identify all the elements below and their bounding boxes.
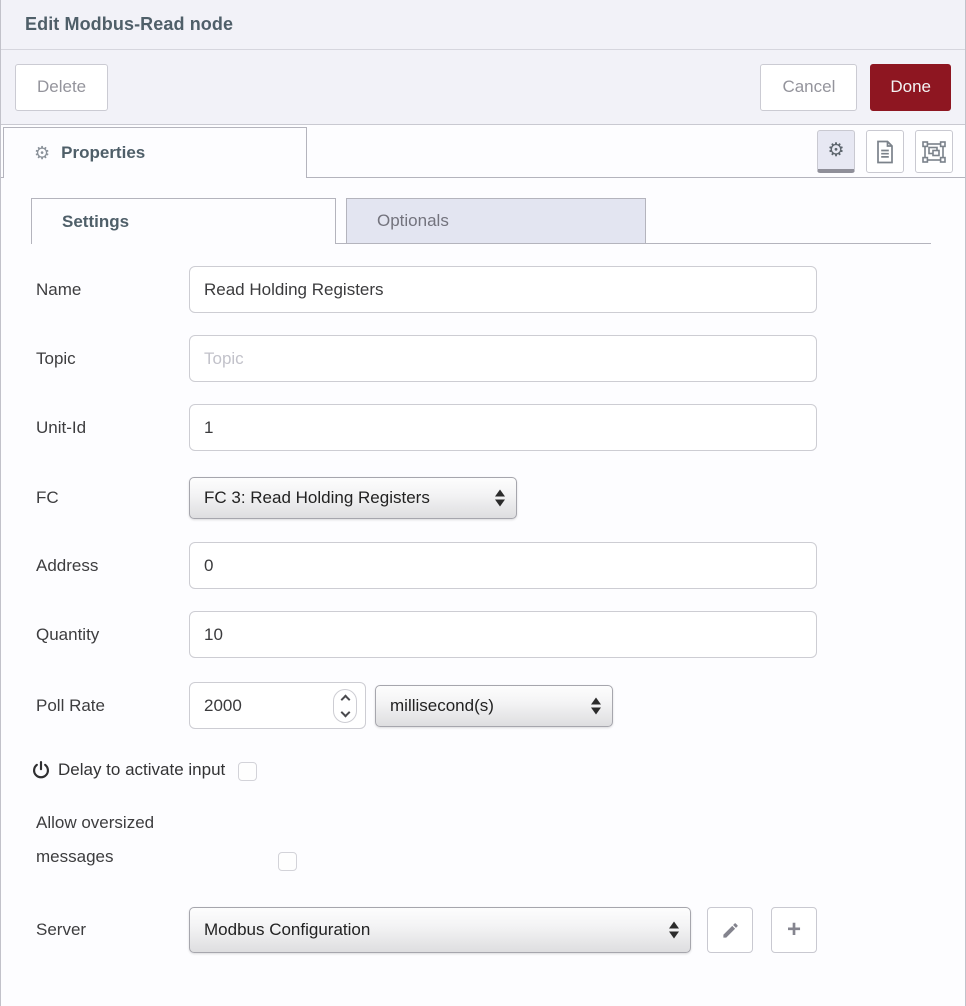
oversized-label: Allow oversized messages	[36, 806, 278, 874]
name-row: Name	[36, 266, 965, 313]
tab-settings[interactable]: Settings	[31, 198, 336, 244]
unit-id-label: Unit-Id	[36, 418, 189, 438]
dialog-header: Edit Modbus-Read node	[1, 0, 965, 50]
server-label: Server	[36, 920, 189, 940]
object-group-icon	[922, 141, 946, 163]
spinner-icon[interactable]	[333, 689, 357, 723]
server-row: Server Modbus Configuration +	[36, 907, 965, 953]
power-icon	[31, 760, 51, 780]
tab-optionals[interactable]: Optionals	[346, 198, 646, 243]
quantity-label: Quantity	[36, 625, 189, 645]
unit-id-row: Unit-Id	[36, 404, 965, 451]
address-row: Address	[36, 542, 965, 589]
tab-optionals-label: Optionals	[377, 211, 449, 231]
delete-button[interactable]: Delete	[15, 64, 108, 111]
poll-rate-row: Poll Rate millisecond(s)	[36, 682, 965, 729]
oversized-label-line2: messages	[36, 840, 278, 874]
dialog-toolbar: Delete Cancel Done	[1, 50, 965, 125]
edit-node-dialog: Edit Modbus-Read node Delete Cancel Done…	[0, 0, 966, 1006]
edit-server-button[interactable]	[707, 907, 753, 953]
tab-properties[interactable]: ⚙ Properties	[3, 127, 307, 178]
poll-rate-label: Poll Rate	[36, 696, 189, 716]
poll-rate-unit-value: millisecond(s)	[390, 696, 494, 716]
updown-arrows-icon	[495, 490, 505, 507]
quantity-row: Quantity	[36, 611, 965, 658]
poll-rate-field	[189, 682, 366, 729]
topic-label: Topic	[36, 349, 189, 369]
tab-properties-label: Properties	[61, 143, 145, 163]
poll-rate-unit-select[interactable]: millisecond(s)	[375, 685, 613, 727]
gear-icon: ⚙	[34, 144, 50, 162]
topic-input[interactable]	[189, 335, 817, 382]
name-input[interactable]	[189, 266, 817, 313]
delay-row: Delay to activate input	[31, 758, 965, 781]
name-label: Name	[36, 280, 189, 300]
updown-arrows-icon	[669, 922, 679, 939]
plus-icon: +	[787, 916, 801, 944]
tab-settings-label: Settings	[62, 212, 129, 232]
address-input[interactable]	[189, 542, 817, 589]
server-select-value: Modbus Configuration	[204, 920, 370, 940]
appearance-tab-button[interactable]	[915, 130, 953, 173]
oversized-label-line1: Allow oversized	[36, 806, 278, 840]
description-tab-button[interactable]	[866, 130, 904, 173]
file-text-icon	[875, 140, 895, 164]
fc-select[interactable]: FC 3: Read Holding Registers	[189, 477, 517, 519]
unit-id-input[interactable]	[189, 404, 817, 451]
settings-optionals-tabs: Settings Optionals	[1, 198, 965, 244]
editor-icon-buttons: ⚙	[817, 130, 953, 173]
settings-form: Name Topic Unit-Id FC FC 3: Read Holding…	[1, 266, 965, 953]
pencil-icon	[721, 921, 740, 940]
oversized-row: Allow oversized messages	[36, 806, 965, 874]
properties-tab-button[interactable]: ⚙	[817, 130, 855, 173]
oversized-checkbox[interactable]	[278, 852, 297, 871]
gear-icon: ⚙	[827, 141, 844, 160]
dialog-title: Edit Modbus-Read node	[25, 14, 233, 35]
delay-checkbox[interactable]	[238, 762, 257, 781]
fc-select-value: FC 3: Read Holding Registers	[204, 488, 430, 508]
editor-content: Settings Optionals Name Topic Unit-Id	[1, 198, 965, 953]
fc-row: FC FC 3: Read Holding Registers	[36, 477, 965, 519]
topic-row: Topic	[36, 335, 965, 382]
fc-label: FC	[36, 488, 189, 508]
add-server-button[interactable]: +	[771, 907, 817, 953]
done-button[interactable]: Done	[870, 64, 951, 111]
delay-label: Delay to activate input	[58, 760, 225, 780]
updown-arrows-icon	[591, 697, 601, 714]
quantity-input[interactable]	[189, 611, 817, 658]
address-label: Address	[36, 556, 189, 576]
editor-tab-bar: ⚙ Properties ⚙	[1, 125, 965, 178]
cancel-button[interactable]: Cancel	[760, 64, 857, 111]
server-select[interactable]: Modbus Configuration	[189, 907, 691, 953]
